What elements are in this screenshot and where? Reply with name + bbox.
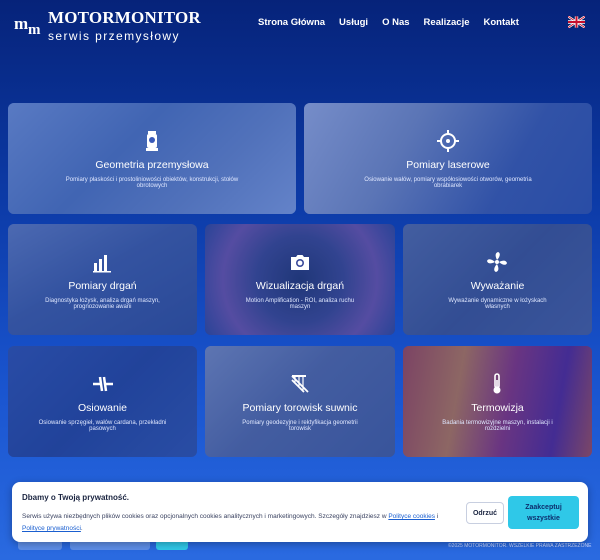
nav-item-home[interactable]: Strona Główna xyxy=(258,17,325,28)
service-card-alignment[interactable]: Osiowanie Osiowanie sprzęgieł, wałów car… xyxy=(8,346,197,457)
cookie-policy-link[interactable]: Polityce cookies xyxy=(388,513,435,520)
fan-icon xyxy=(487,251,508,272)
card-description: Osiowanie sprzęgieł, wałów cardana, prze… xyxy=(38,419,167,432)
nav-item-services[interactable]: Usługi xyxy=(339,17,368,28)
crane-rail-icon xyxy=(291,374,309,393)
logo[interactable]: mm MOTORMONITOR serwis przemysłowy xyxy=(14,8,201,43)
card-title: Wizualizacja drgań xyxy=(255,279,345,292)
card-description: Osiowanie wałów, pomiary współosiowości … xyxy=(364,176,532,189)
card-title: Pomiary drgań xyxy=(68,279,137,292)
service-card-crane-rails[interactable]: Pomiary torowisk suwnic Pomiary geodezyj… xyxy=(205,346,395,457)
service-card-thermography[interactable]: Termowizja Badania termowizyjne maszyn, … xyxy=(403,346,592,457)
logo-mark-icon: mm xyxy=(14,13,40,38)
footer-copyright: ©2025 MOTORMONITOR. WSZELKIE PRAWA ZASTR… xyxy=(448,543,592,549)
camera-icon xyxy=(290,254,309,270)
card-description: Motion Amplification - ROI, analiza ruch… xyxy=(245,297,355,310)
reject-cookies-button[interactable]: Odrzuć xyxy=(466,502,504,524)
service-card-geometry[interactable]: Geometria przemysłowa Pomiary płaskości … xyxy=(8,103,296,214)
uk-flag-icon[interactable] xyxy=(568,16,585,28)
brand-title: MOTORMONITOR xyxy=(48,8,201,27)
privacy-policy-link[interactable]: Polityce prywatności xyxy=(22,525,81,532)
thermometer-icon xyxy=(493,372,501,393)
crosshair-icon xyxy=(437,129,459,152)
service-card-motion[interactable]: Wizualizacja drgań Motion Amplification … xyxy=(205,224,395,335)
card-description: Diagnostyka łożysk, analiza drgań maszyn… xyxy=(45,297,160,310)
main-nav: Strona Główna Usługi O Nas Realizacje Ko… xyxy=(258,17,519,28)
card-description: Pomiary płaskości i prostoliniowości obi… xyxy=(65,176,239,189)
card-description: Wyważanie dynamiczne w łożyskach własnyc… xyxy=(448,297,547,310)
service-card-balancing[interactable]: Wyważanie Wyważanie dynamiczne w łożyska… xyxy=(403,224,592,335)
site-header: mm MOTORMONITOR serwis przemysłowy Stron… xyxy=(0,0,600,46)
card-description: Pomiary geodezyjne i rektyfikacja geomet… xyxy=(242,419,358,432)
service-card-laser[interactable]: Pomiary laserowe Osiowanie wałów, pomiar… xyxy=(304,103,592,214)
cookie-title: Dbamy o Twoją prywatność. xyxy=(22,493,129,502)
cookie-text: Serwis używa niezbędnych plików cookies … xyxy=(22,513,439,532)
nav-item-about[interactable]: O Nas xyxy=(382,17,409,28)
bar-chart-icon xyxy=(93,254,112,272)
card-description: Badania termowizyjne maszyn, instalacji … xyxy=(442,419,553,432)
card-title: Pomiary laserowe xyxy=(406,158,490,171)
brand-subtitle: serwis przemysłowy xyxy=(48,29,180,43)
card-title: Pomiary torowisk suwnic xyxy=(242,401,358,414)
service-card-vibration[interactable]: Pomiary drgań Diagnostyka łożysk, analiz… xyxy=(8,224,197,335)
nav-item-contact[interactable]: Kontakt xyxy=(484,17,519,28)
accept-all-cookies-button[interactable]: Zaakceptuj wszystkie xyxy=(508,496,579,529)
card-title: Termowizja xyxy=(471,401,524,414)
surveying-instrument-icon xyxy=(146,130,158,151)
card-title: Wyważanie xyxy=(470,279,525,292)
card-title: Osiowanie xyxy=(77,401,128,414)
card-title: Geometria przemysłowa xyxy=(95,158,209,171)
alignment-icon xyxy=(92,376,113,391)
nav-item-projects[interactable]: Realizacje xyxy=(424,17,470,28)
